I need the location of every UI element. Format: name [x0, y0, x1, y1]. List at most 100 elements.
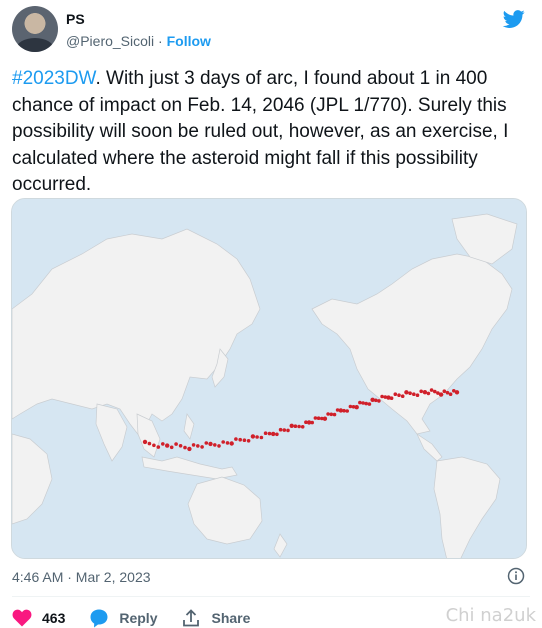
reply-label: Reply — [119, 610, 158, 626]
reply-button[interactable]: Reply — [89, 608, 157, 628]
tweet-text: #2023DW. With just 3 days of arc, I foun… — [12, 66, 530, 199]
impact-point — [322, 416, 328, 421]
impact-point — [419, 389, 424, 394]
heart-icon — [12, 609, 32, 627]
impact-point — [415, 393, 420, 397]
impact-point — [289, 423, 294, 428]
impact-point — [400, 394, 405, 398]
hashtag-link[interactable]: #2023DW — [12, 68, 95, 89]
divider — [12, 596, 530, 597]
impact-point — [246, 439, 251, 443]
impact-point — [183, 445, 187, 450]
impact-point — [342, 408, 346, 413]
impact-point — [442, 389, 447, 393]
author-handle[interactable]: @Piero_Sicoli — [66, 33, 154, 49]
impact-point — [404, 390, 409, 395]
impact-point — [300, 425, 305, 429]
impact-point — [152, 443, 156, 448]
impact-point — [204, 441, 209, 445]
impact-point — [213, 443, 217, 447]
impact-point — [187, 446, 192, 452]
impact-point — [354, 405, 359, 410]
impact-point — [255, 435, 259, 439]
watermark: Chi na2uk — [445, 605, 536, 626]
impact-point — [426, 391, 431, 396]
tweet-timestamp[interactable]: 4:46 AM · Mar 2, 2023 — [12, 569, 151, 585]
impact-point — [348, 404, 353, 409]
impact-point — [234, 437, 238, 441]
impact-point — [191, 443, 196, 447]
impact-point — [345, 409, 350, 413]
impact-point — [433, 389, 437, 394]
impact-point — [438, 392, 444, 397]
impact-point — [313, 416, 318, 420]
impact-point — [217, 444, 221, 448]
impact-point — [250, 434, 256, 439]
impact-point — [364, 401, 369, 406]
impact-point — [196, 444, 200, 448]
share-label: Share — [211, 610, 251, 626]
follow-button[interactable]: Follow — [167, 33, 211, 49]
impact-point — [278, 427, 283, 432]
impact-point — [297, 424, 301, 429]
impact-point — [429, 388, 434, 392]
author-handle-row: @Piero_Sicoli · Follow — [66, 33, 211, 49]
impact-point — [329, 412, 334, 417]
impact-point — [393, 392, 398, 396]
impact-point — [445, 390, 450, 395]
impact-point — [332, 412, 337, 417]
author-avatar[interactable] — [12, 6, 58, 52]
impact-point — [282, 428, 287, 432]
impact-point — [380, 394, 384, 399]
impact-point — [397, 393, 401, 397]
impact-point — [286, 428, 290, 433]
impact-point — [408, 391, 412, 395]
impact-point — [326, 412, 330, 416]
share-upload-icon — [183, 609, 200, 627]
twitter-bird-icon[interactable] — [502, 8, 526, 30]
impact-point — [275, 432, 279, 437]
tweet-actions: 463 Reply Share — [12, 607, 274, 628]
info-icon[interactable] — [507, 567, 525, 585]
tweet-media-map[interactable] — [11, 198, 527, 559]
impact-point — [161, 442, 165, 446]
handle-separator: · — [154, 33, 167, 49]
impact-point — [367, 402, 372, 406]
impact-point — [263, 431, 268, 435]
impact-point — [229, 441, 234, 446]
impact-point — [200, 445, 204, 449]
impact-point — [448, 392, 453, 396]
impact-point — [389, 396, 394, 400]
impact-point — [316, 416, 321, 420]
reply-bubble-icon — [90, 609, 108, 628]
impact-point — [412, 392, 416, 396]
impact-point — [259, 435, 264, 440]
author-name[interactable]: PS — [66, 11, 85, 27]
impact-point — [147, 441, 152, 446]
impact-point — [169, 445, 174, 450]
impact-point — [293, 424, 298, 428]
impact-point — [267, 431, 272, 436]
impact-point — [271, 431, 276, 437]
impact-point — [174, 442, 178, 446]
impact-point — [358, 400, 362, 405]
impact-point — [178, 444, 183, 448]
impact-point — [361, 401, 365, 405]
impact-point — [374, 398, 378, 403]
tweet-card: PS @Piero_Sicoli · Follow #2023DW. With … — [0, 0, 542, 628]
like-button[interactable]: 463 — [12, 609, 65, 627]
impact-point — [165, 443, 170, 448]
impact-point — [142, 439, 148, 445]
impact-point — [208, 441, 213, 447]
impact-point — [454, 390, 460, 395]
impact-point — [238, 437, 242, 442]
like-count: 463 — [42, 610, 66, 626]
impact-point — [225, 441, 230, 445]
impact-point — [377, 399, 381, 403]
impact-point — [422, 390, 428, 395]
impact-point — [242, 438, 247, 442]
impact-point — [156, 445, 161, 449]
impact-point — [310, 420, 315, 425]
share-button[interactable]: Share — [181, 608, 250, 628]
impact-point — [221, 440, 225, 444]
